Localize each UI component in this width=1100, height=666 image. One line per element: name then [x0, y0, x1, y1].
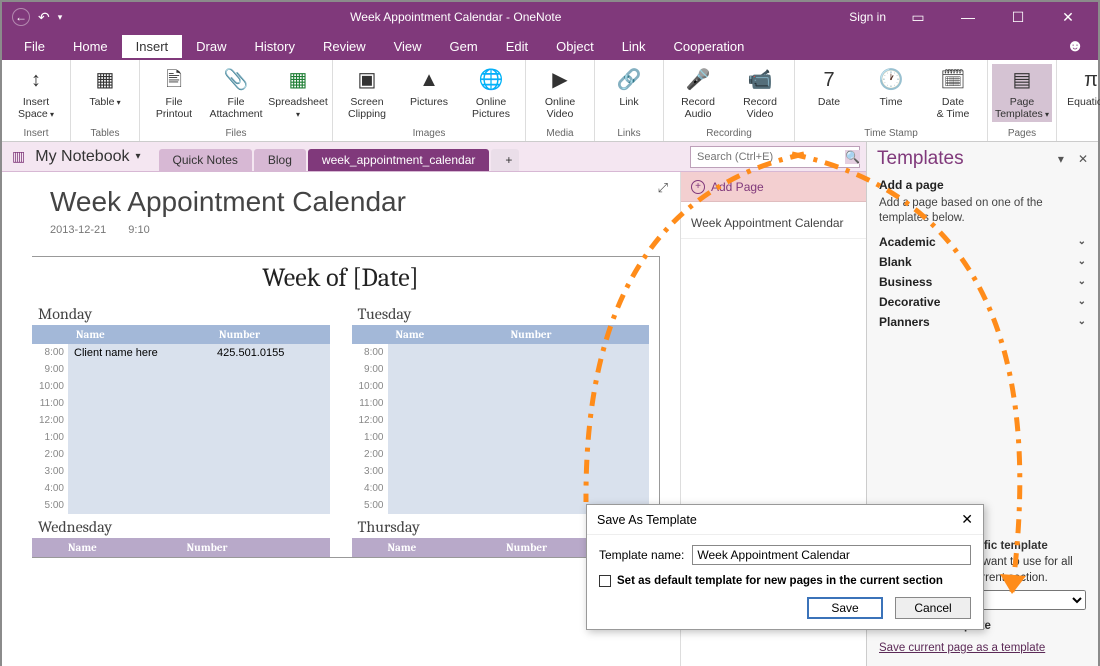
ribbon-equation[interactable]: πEquation ▾ [1061, 64, 1100, 110]
notebook-icon: ▥ [12, 148, 25, 165]
menu-review[interactable]: Review [309, 35, 380, 58]
menu-edit[interactable]: Edit [492, 35, 542, 58]
menu-object[interactable]: Object [542, 35, 608, 58]
undo-icon[interactable]: ↶ [38, 9, 50, 26]
ribbon-online-video[interactable]: ▶OnlineVideo [530, 64, 590, 122]
section-tab[interactable]: Blog [254, 149, 306, 171]
template-category[interactable]: Blank⌄ [867, 252, 1098, 272]
window-title: Week Appointment Calendar - OneNote [62, 10, 849, 24]
ribbon-record-audio[interactable]: 🎤RecordAudio [668, 64, 728, 122]
ribbon-link[interactable]: 🔗Link [599, 64, 659, 110]
add-section-tab[interactable]: + [491, 149, 519, 171]
page-title: Week Appointment Calendar [50, 186, 660, 218]
search-box[interactable]: 🔍 [690, 146, 860, 168]
ribbon-spreadsheet[interactable]: ▦Spreadsheet ▾ [268, 64, 328, 122]
sign-in-link[interactable]: Sign in [849, 10, 886, 24]
menu-gem[interactable]: Gem [436, 35, 492, 58]
notebook-name[interactable]: My Notebook ▾ [35, 148, 140, 166]
menu-history[interactable]: History [241, 35, 309, 58]
search-input[interactable] [691, 151, 845, 163]
menu-bar: FileHomeInsertDrawHistoryReviewViewGemEd… [2, 32, 1098, 60]
ribbon-online-pictures[interactable]: 🌐OnlinePictures [461, 64, 521, 122]
close-icon[interactable]: ✕ [1050, 2, 1086, 32]
template-category[interactable]: Business⌄ [867, 272, 1098, 292]
ribbon-insert-space[interactable]: ↕InsertSpace ▾ [6, 64, 66, 122]
save-button[interactable]: Save [807, 597, 883, 619]
minimize-icon[interactable]: — [950, 2, 986, 32]
menu-link[interactable]: Link [608, 35, 660, 58]
menu-cooperation[interactable]: Cooperation [660, 35, 759, 58]
close-dialog-icon[interactable]: ✕ [961, 511, 973, 528]
page-canvas[interactable]: ⤢ Week Appointment Calendar 2013-12-219:… [2, 172, 680, 666]
save-as-template-link[interactable]: Save current page as a template [879, 640, 1045, 656]
cancel-button[interactable]: Cancel [895, 597, 971, 619]
chevron-down-icon: ▾ [136, 151, 141, 162]
ribbon-page-templates[interactable]: ▤PageTemplates ▾ [992, 64, 1052, 122]
dialog-title: Save As Template [597, 513, 697, 527]
ribbon-options-icon[interactable]: ▭ [900, 2, 936, 32]
section-tab[interactable]: week_appointment_calendar [308, 149, 489, 171]
page-list-item[interactable]: Week Appointment Calendar [681, 202, 866, 239]
plus-icon: + [691, 180, 705, 194]
menu-view[interactable]: View [380, 35, 436, 58]
search-icon[interactable]: 🔍 [845, 150, 860, 164]
section-tab[interactable]: Quick Notes [159, 149, 252, 171]
ribbon-record-video[interactable]: 📹RecordVideo [730, 64, 790, 122]
template-category[interactable]: Academic⌄ [867, 232, 1098, 252]
templates-title: Templates [877, 148, 964, 170]
default-template-checkbox[interactable]: Set as default template for new pages in… [599, 575, 971, 587]
ribbon-table[interactable]: ▦Table ▾ [75, 64, 135, 110]
template-name-label: Template name: [599, 548, 684, 562]
expand-icon[interactable]: ⤢ [658, 180, 668, 196]
menu-insert[interactable]: Insert [122, 35, 183, 58]
add-page-desc: Add a page based on one of the templates… [867, 194, 1098, 232]
notebook-bar: ▥ My Notebook ▾ Quick NotesBlogweek_appo… [2, 142, 866, 172]
feedback-icon[interactable]: ☻ [1066, 36, 1084, 56]
template-name-input[interactable] [692, 545, 971, 565]
add-page-heading: Add a page [867, 176, 1098, 194]
ribbon-time[interactable]: 🕐Time [861, 64, 921, 110]
week-heading: Week of [Date] [32, 263, 649, 293]
template-category[interactable]: Planners⌄ [867, 312, 1098, 332]
titlebar: ← ↶ ▾ Week Appointment Calendar - OneNot… [2, 2, 1098, 32]
add-page-button[interactable]: + Add Page [681, 172, 866, 202]
ribbon-date[interactable]: 7Date [799, 64, 859, 110]
ribbon-pictures[interactable]: ▲Pictures [399, 64, 459, 110]
pane-options-icon[interactable]: ▾ [1058, 152, 1064, 166]
checkbox-box[interactable] [599, 575, 611, 587]
page-meta: 2013-12-219:10 [50, 224, 660, 236]
save-template-dialog: Save As Template ✕ Template name: Set as… [586, 504, 984, 630]
template-category[interactable]: Decorative⌄ [867, 292, 1098, 312]
ribbon-file-printout[interactable]: 🖹FilePrintout [144, 64, 204, 122]
ribbon: ↕InsertSpace ▾Insert▦Table ▾Tables🖹FileP… [2, 60, 1098, 142]
ribbon-screen-clipping[interactable]: ▣ScreenClipping [337, 64, 397, 122]
ribbon-file-attachment[interactable]: 📎FileAttachment [206, 64, 266, 122]
ribbon-date-time[interactable]: 🗓Date& Time [923, 64, 983, 122]
menu-draw[interactable]: Draw [182, 35, 240, 58]
menu-home[interactable]: Home [59, 35, 122, 58]
back-icon[interactable]: ← [12, 8, 30, 26]
close-pane-icon[interactable]: ✕ [1078, 152, 1088, 166]
menu-file[interactable]: File [10, 35, 59, 58]
maximize-icon[interactable]: ☐ [1000, 2, 1036, 32]
